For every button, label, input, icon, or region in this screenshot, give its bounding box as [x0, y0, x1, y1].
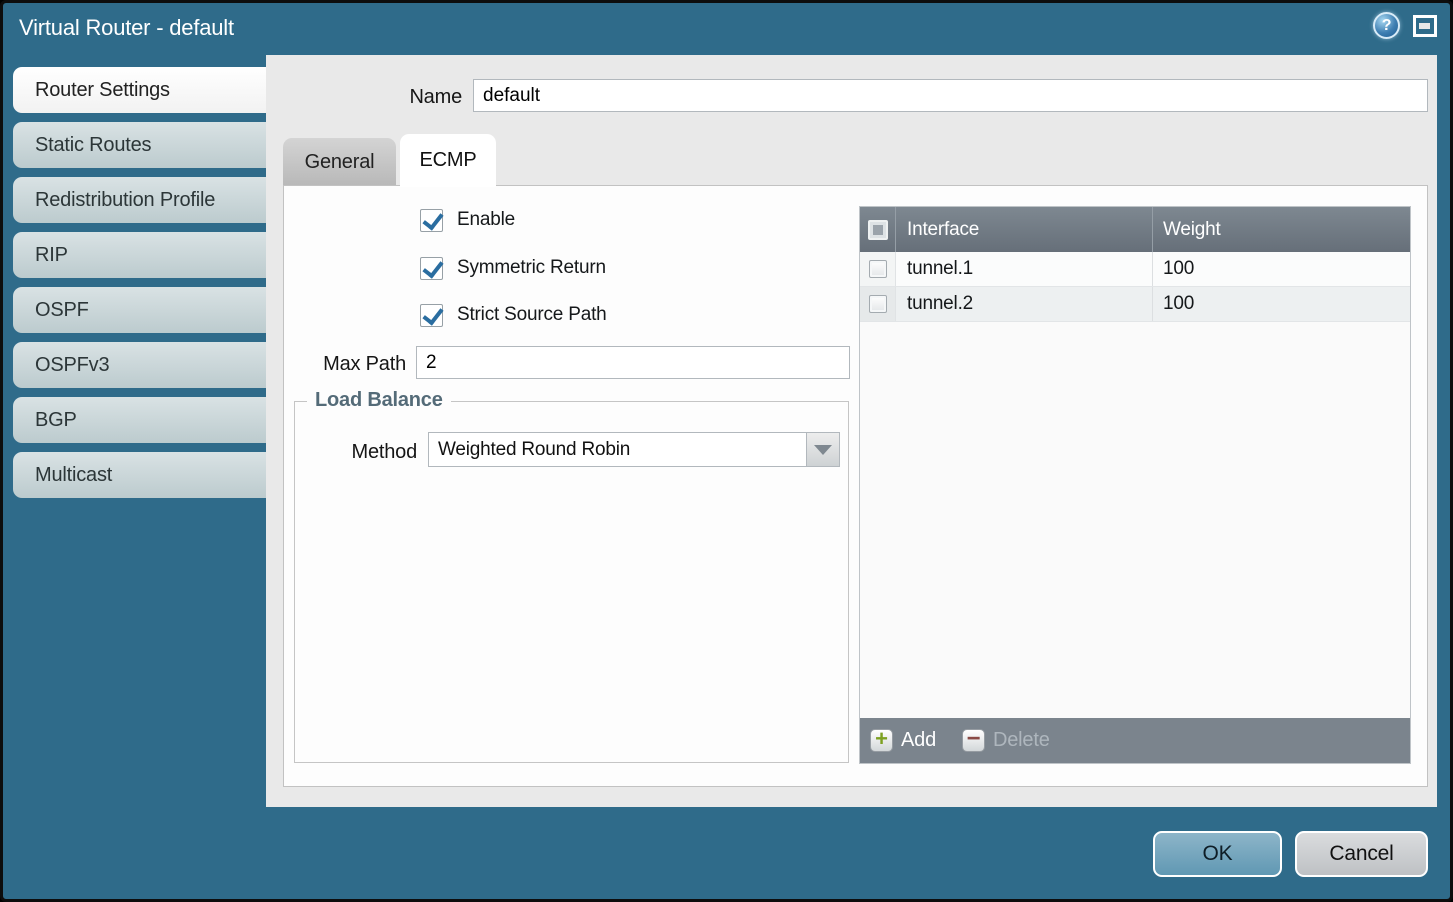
sidebar-item-bgp[interactable]: BGP — [13, 397, 269, 443]
row-select-cell — [860, 287, 896, 321]
method-dropdown-button[interactable] — [806, 433, 839, 466]
symmetric-return-row: Symmetric Return — [420, 255, 606, 281]
interface-column-header[interactable]: Interface — [896, 207, 1152, 252]
sidebar-item-ospfv3[interactable]: OSPFv3 — [13, 342, 269, 388]
delete-button-label: Delete — [993, 729, 1050, 752]
add-button[interactable]: + Add — [870, 729, 936, 752]
cancel-button-label: Cancel — [1329, 842, 1393, 866]
enable-label: Enable — [457, 209, 515, 231]
tab-general[interactable]: General — [283, 138, 396, 186]
plus-icon: + — [870, 729, 893, 752]
method-dropdown[interactable]: Weighted Round Robin — [428, 432, 840, 467]
sidebar-item-static-routes[interactable]: Static Routes — [13, 122, 269, 168]
sidebar-item-label: BGP — [35, 409, 77, 432]
table-empty-area — [860, 322, 1410, 718]
max-path-input[interactable] — [416, 346, 850, 379]
select-all-checkbox[interactable] — [868, 220, 888, 240]
strict-source-path-row: Strict Source Path — [420, 302, 607, 328]
row-checkbox[interactable] — [869, 260, 887, 278]
sidebar-item-router-settings[interactable]: Router Settings — [13, 67, 269, 113]
max-path-label: Max Path — [284, 353, 406, 376]
weight-cell: 100 — [1152, 287, 1410, 321]
main-panel: Name General ECMP Enable Symmetric Retur… — [266, 55, 1437, 807]
help-icon[interactable]: ? — [1373, 12, 1400, 39]
interface-table: Interface Weight tunnel.1 100 tunnel.2 1… — [859, 206, 1411, 764]
sidebar-item-label: OSPF — [35, 299, 89, 322]
virtual-router-dialog: Virtual Router - default ? Router Settin… — [0, 0, 1453, 902]
symmetric-return-label: Symmetric Return — [457, 257, 606, 279]
method-selected-value: Weighted Round Robin — [429, 433, 806, 466]
table-header: Interface Weight — [860, 207, 1410, 252]
table-toolbar: + Add − Delete — [860, 718, 1410, 763]
weight-column-header[interactable]: Weight — [1152, 207, 1410, 252]
ok-button-label: OK — [1203, 842, 1233, 866]
sidebar-item-multicast[interactable]: Multicast — [13, 452, 269, 498]
dialog-title: Virtual Router - default — [19, 15, 234, 41]
name-input[interactable] — [473, 79, 1428, 112]
add-button-label: Add — [901, 729, 936, 752]
sidebar-item-label: RIP — [35, 244, 68, 267]
restore-window-icon[interactable] — [1413, 15, 1437, 37]
interface-cell: tunnel.2 — [896, 287, 1152, 321]
ecmp-tab-panel: Enable Symmetric Return Strict Source Pa… — [283, 185, 1428, 787]
select-all-cell — [860, 207, 896, 252]
interface-cell: tunnel.1 — [896, 252, 1152, 286]
symmetric-return-checkbox[interactable] — [420, 257, 443, 280]
weight-cell: 100 — [1152, 252, 1410, 286]
chevron-down-icon — [814, 445, 832, 455]
tab-ecmp[interactable]: ECMP — [400, 134, 496, 187]
sidebar-item-rip[interactable]: RIP — [13, 232, 269, 278]
method-label: Method — [295, 441, 417, 464]
tab-label: General — [305, 151, 375, 174]
minus-icon: − — [962, 729, 985, 752]
name-label: Name — [266, 86, 462, 109]
delete-button[interactable]: − Delete — [962, 729, 1050, 752]
sidebar-item-redistribution-profile[interactable]: Redistribution Profile — [13, 177, 269, 223]
sidebar-item-label: Multicast — [35, 464, 112, 487]
tab-label: ECMP — [420, 149, 477, 172]
row-checkbox[interactable] — [869, 295, 887, 313]
sidebar-item-label: OSPFv3 — [35, 354, 109, 377]
load-balance-group: Load Balance Method Weighted Round Robin — [294, 401, 849, 763]
ok-button[interactable]: OK — [1153, 831, 1282, 877]
sidebar-item-label: Static Routes — [35, 134, 151, 157]
table-row[interactable]: tunnel.2 100 — [860, 287, 1410, 322]
enable-row: Enable — [420, 207, 515, 233]
sidebar-item-label: Router Settings — [35, 79, 170, 102]
enable-checkbox[interactable] — [420, 209, 443, 232]
table-row[interactable]: tunnel.1 100 — [860, 252, 1410, 287]
row-select-cell — [860, 252, 896, 286]
sidebar-item-ospf[interactable]: OSPF — [13, 287, 269, 333]
cancel-button[interactable]: Cancel — [1295, 831, 1428, 877]
strict-source-path-label: Strict Source Path — [457, 304, 607, 326]
strict-source-path-checkbox[interactable] — [420, 304, 443, 327]
sidebar-item-label: Redistribution Profile — [35, 189, 215, 212]
sidebar: Router Settings Static Routes Redistribu… — [13, 67, 269, 507]
load-balance-legend: Load Balance — [307, 389, 451, 412]
